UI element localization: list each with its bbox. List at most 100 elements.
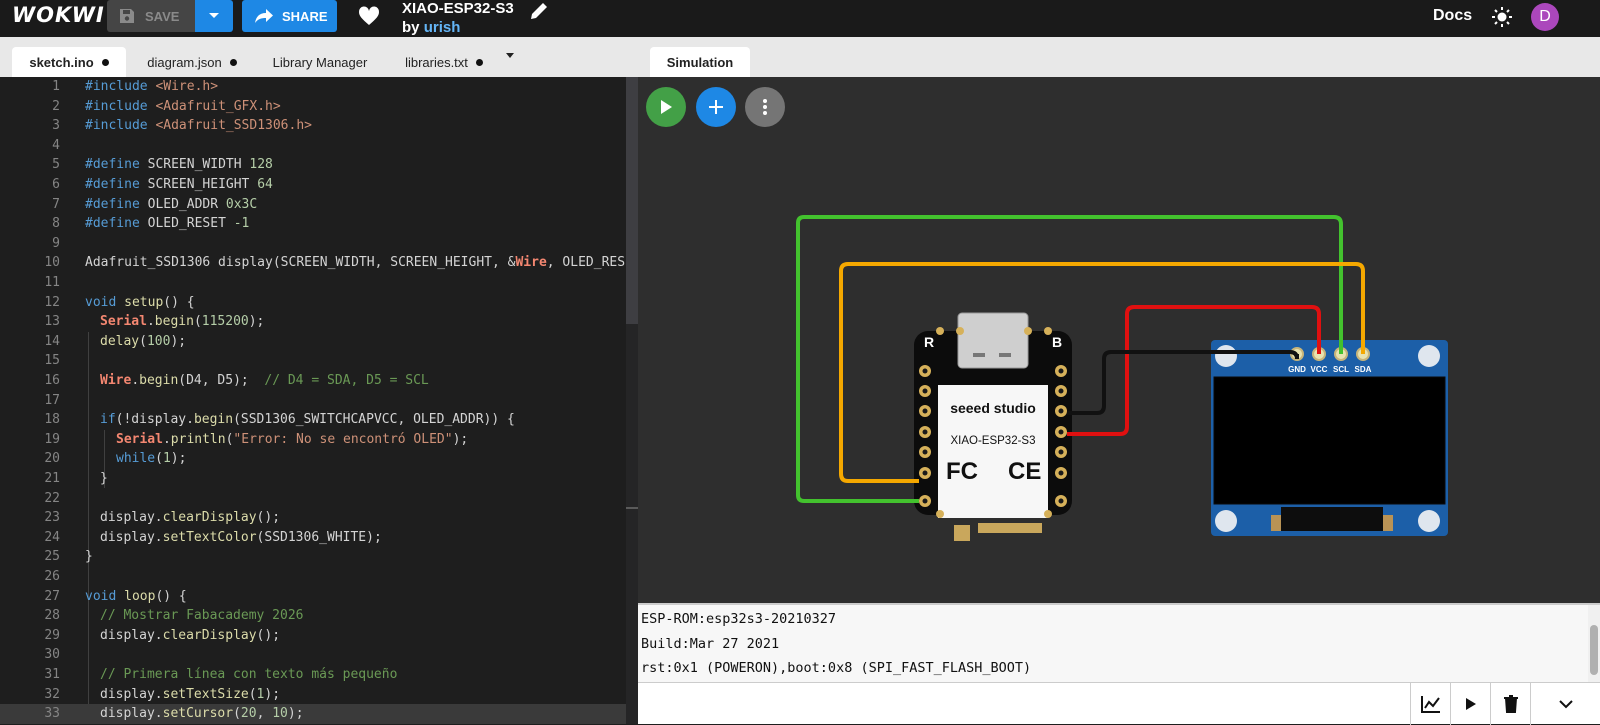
oled-pin-label: SCL bbox=[1333, 365, 1349, 374]
chart-line-icon bbox=[1420, 696, 1440, 713]
board-label-r: R bbox=[924, 334, 934, 350]
code-line: 26 bbox=[44, 569, 60, 584]
code-line: 6 #define SCREEN_HEIGHT 64 bbox=[52, 177, 273, 192]
code-line: 23 display.clearDisplay(); bbox=[44, 510, 281, 526]
chevron-down-icon bbox=[1558, 700, 1573, 709]
tab-label: sketch.ino bbox=[29, 54, 94, 70]
scrollbar-thumb[interactable] bbox=[1590, 625, 1598, 675]
console-line: Build:Mar 27 2021 bbox=[641, 636, 780, 652]
oled-pin-label: GND bbox=[1288, 365, 1306, 374]
tab-label: Library Manager bbox=[272, 54, 368, 70]
code-line: 10 Adafruit_SSD1306 display(SCREEN_WIDTH,… bbox=[44, 255, 626, 271]
tab-library-manager[interactable]: Library Manager bbox=[258, 47, 382, 77]
project-title: XIAO-ESP32-S3 bbox=[402, 0, 514, 17]
code-line: 13 Serial.begin(115200); bbox=[44, 314, 265, 330]
more-tabs-chevron-icon[interactable] bbox=[506, 53, 514, 58]
code-line: 18 if(!display.begin(SSD1306_SWITCHCAPVCC… bbox=[44, 412, 515, 428]
xiao-esp32-s3-board[interactable]: R B seeed studio XIAO-ESP32-S3 FC CE bbox=[914, 312, 1072, 541]
plotter-button[interactable] bbox=[1410, 683, 1450, 725]
code-line: 20 while(1); bbox=[44, 451, 187, 467]
code-line: 28// Mostrar Fabacademy 2026 bbox=[44, 608, 304, 624]
seeed-studio-logo: seeed studio bbox=[950, 400, 1036, 416]
console-line: ESP-ROM:esp32s3-20210327 bbox=[641, 611, 837, 627]
code-line: 16 Wire.begin(D4, D5); // D4 = SDA, D5 = … bbox=[44, 373, 429, 388]
code-line: 30 bbox=[44, 647, 60, 663]
code-line: 31// Primera línea con texto más pequeño bbox=[44, 667, 398, 682]
code-line: 25} bbox=[44, 549, 93, 565]
oled-pin-label: SDA bbox=[1355, 365, 1372, 374]
user-avatar[interactable]: D bbox=[1531, 3, 1559, 31]
oled-pin-label: VCC bbox=[1311, 365, 1328, 374]
code-line: 19 Serial.println("Error: No se encontró … bbox=[44, 431, 469, 447]
code-line: 21} bbox=[44, 471, 108, 486]
code-line: 32 display.setTextSize(1); bbox=[44, 686, 281, 702]
clear-console-button[interactable] bbox=[1490, 683, 1530, 725]
top-bar: WOKWI SAVE SHARE XIAO-ESP32-S3 by urish … bbox=[0, 0, 1600, 37]
unsaved-dot-icon bbox=[101, 58, 109, 66]
project-author-line: by urish bbox=[402, 19, 460, 36]
serial-monitor-toolbar bbox=[638, 682, 1600, 725]
share-button[interactable]: SHARE bbox=[242, 0, 337, 32]
sun-icon[interactable] bbox=[1491, 6, 1513, 28]
console-scrollbar[interactable] bbox=[1588, 605, 1600, 684]
tab-simulation[interactable]: Simulation bbox=[650, 47, 750, 77]
share-arrow-icon bbox=[255, 9, 273, 23]
pencil-icon[interactable] bbox=[529, 1, 549, 21]
trash-icon bbox=[1503, 695, 1518, 713]
simulation-tabs: Simulation bbox=[638, 37, 1600, 77]
share-label: SHARE bbox=[282, 8, 328, 24]
editor-scrollbar[interactable] bbox=[626, 77, 638, 724]
code-line: 24 display.setTextColor(SSD1306_WHITE); bbox=[44, 529, 382, 545]
resume-button[interactable] bbox=[1450, 683, 1490, 725]
code-line: 27 void loop() { bbox=[44, 588, 187, 604]
code-line: 29 display.clearDisplay(); bbox=[44, 627, 281, 643]
by-prefix: by bbox=[402, 19, 424, 36]
code-line: 33 display.setCursor(20, 10); bbox=[0, 704, 626, 724]
code-line: 1 #include <Wire.h> bbox=[52, 79, 219, 94]
serial-monitor-output[interactable]: ESP-ROM:esp32s3-20210327 Build:Mar 27 20… bbox=[638, 603, 1600, 684]
tab-sketch-ino[interactable]: sketch.ino bbox=[12, 47, 126, 77]
code-line: 14 delay(100); bbox=[44, 333, 187, 349]
editor-pane: sketch.ino diagram.json Library Manager … bbox=[0, 37, 638, 724]
docs-link[interactable]: Docs bbox=[1433, 7, 1472, 25]
tab-libraries-txt[interactable]: libraries.txt bbox=[392, 47, 496, 77]
caret-down-icon bbox=[209, 13, 219, 18]
save-label: SAVE bbox=[145, 8, 180, 24]
code-line: 2 #include <Adafruit_GFX.h> bbox=[52, 98, 281, 114]
tab-label: libraries.txt bbox=[405, 54, 468, 70]
circuit-diagram: GND VCC SCL SDA R B seeed studio XIAO-ES… bbox=[796, 215, 1448, 541]
play-icon bbox=[1465, 698, 1476, 710]
board-label-b: B bbox=[1052, 334, 1062, 350]
scrollbar-thumb[interactable] bbox=[626, 77, 638, 324]
fcc-mark: FC bbox=[946, 458, 978, 485]
floppy-disk-icon bbox=[120, 9, 134, 23]
code-line: 7 #define OLED_ADDR 0x3C bbox=[52, 196, 258, 212]
editor-tabs: sketch.ino diagram.json Library Manager … bbox=[0, 37, 638, 77]
code-line: 12 void setup() { bbox=[44, 294, 195, 310]
console-line: rst:0x1 (POWERON),boot:0x8 (SPI_FAST_FLA… bbox=[641, 660, 1032, 676]
collapse-console-button[interactable] bbox=[1530, 683, 1600, 725]
tab-label: diagram.json bbox=[147, 54, 222, 70]
save-button[interactable]: SAVE bbox=[107, 0, 195, 32]
tab-diagram-json[interactable]: diagram.json bbox=[134, 47, 250, 77]
code-line: 5 #define SCREEN_WIDTH 128 bbox=[52, 157, 273, 173]
code-line: 15 bbox=[44, 353, 60, 369]
simulation-canvas[interactable]: GND VCC SCL SDA R B seeed studio XIAO-ES… bbox=[638, 77, 1600, 603]
wokwi-logo[interactable]: WOKWI bbox=[12, 3, 105, 27]
heart-icon[interactable] bbox=[358, 6, 380, 26]
code-line: 17 bbox=[44, 392, 60, 408]
code-line: 3 #include <Adafruit_SSD1306.h> bbox=[52, 118, 312, 134]
code-line: 9 bbox=[52, 235, 60, 251]
code-line: 4 bbox=[52, 137, 60, 153]
oled-display[interactable]: GND VCC SCL SDA bbox=[1211, 340, 1448, 536]
save-options-dropdown[interactable] bbox=[195, 0, 233, 32]
code-line: 8 #define OLED_RESET -1 bbox=[52, 216, 250, 232]
code-line: 22 bbox=[44, 490, 60, 506]
unsaved-dot-icon bbox=[229, 58, 237, 66]
code-editor[interactable]: 1 #include <Wire.h> 2 #include <Adafruit_G… bbox=[0, 77, 626, 724]
code-line: 11 bbox=[44, 275, 60, 290]
ce-mark: CE bbox=[1008, 458, 1041, 485]
unsaved-dot-icon bbox=[475, 58, 483, 66]
board-model-label: XIAO-ESP32-S3 bbox=[950, 435, 1035, 447]
author-link[interactable]: urish bbox=[424, 19, 461, 36]
